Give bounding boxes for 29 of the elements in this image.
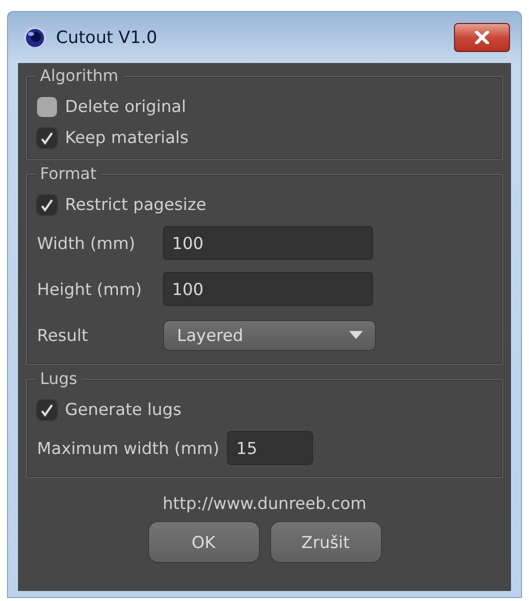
caret-icon xyxy=(349,331,363,339)
dialog-button[interactable]: OK xyxy=(148,521,260,563)
input-field[interactable]: 100 xyxy=(163,226,373,260)
checkbox[interactable] xyxy=(37,194,57,214)
checkbox-label: Generate lugs xyxy=(65,400,182,419)
group-title: Lugs xyxy=(35,369,82,388)
dialog-button[interactable]: Zrušit xyxy=(270,521,382,563)
field-label: Height (mm) xyxy=(37,280,143,298)
close-icon xyxy=(473,31,491,44)
website-link[interactable]: http://www.dunreeb.com xyxy=(26,494,503,513)
app-logo-icon xyxy=(23,26,47,50)
close-button[interactable] xyxy=(454,23,510,52)
checkbox[interactable] xyxy=(37,96,57,116)
input-field[interactable]: 100 xyxy=(163,272,373,306)
input-field[interactable]: 15 xyxy=(227,431,314,465)
check-icon xyxy=(39,130,55,146)
checkbox-label: Restrict pagesize xyxy=(65,195,206,214)
checkbox-label: Delete original xyxy=(65,97,186,116)
field-label: Maximum width (mm) xyxy=(37,438,220,458)
checkbox[interactable] xyxy=(37,400,57,420)
group-title: Algorithm xyxy=(35,66,124,85)
checkbox[interactable] xyxy=(37,128,57,148)
window-title: Cutout V1.0 xyxy=(56,28,158,48)
check-icon xyxy=(39,196,55,212)
check-icon xyxy=(39,402,55,418)
field-label: Width (mm) xyxy=(37,234,136,252)
checkbox-label: Keep materials xyxy=(65,128,188,147)
dropdown[interactable]: Layered xyxy=(163,320,376,350)
field-label: Result xyxy=(37,326,89,344)
